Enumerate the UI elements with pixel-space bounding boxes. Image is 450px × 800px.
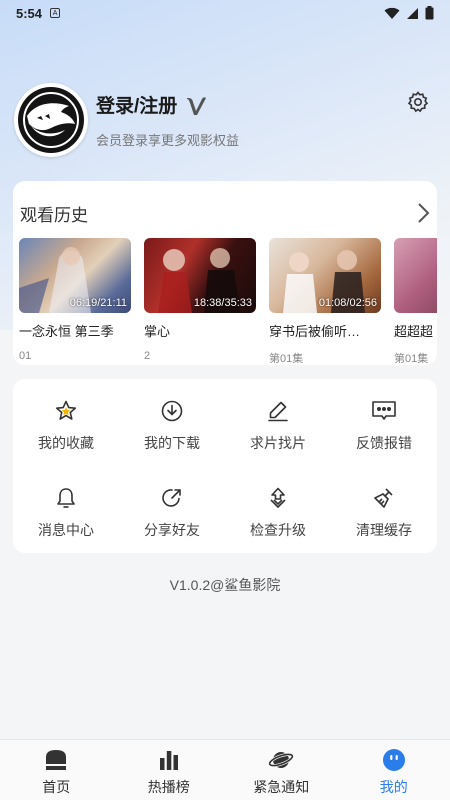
- upgrade-icon: [266, 486, 290, 510]
- history-thumbnail: 01:08/02:56: [269, 238, 381, 313]
- history-episode: 第01集: [269, 353, 304, 363]
- shark-logo-icon: [18, 87, 84, 153]
- history-item[interactable]: 18:38/35:33 掌心 2: [144, 238, 256, 363]
- menu-label: 我的下载: [144, 435, 200, 451]
- signal-icon: [407, 7, 418, 19]
- battery-icon: [425, 6, 434, 20]
- menu-label: 检查升级: [250, 522, 306, 538]
- history-episode: 01: [19, 350, 32, 362]
- status-time: 5:54: [16, 5, 43, 21]
- profile-section: 登录/注册 会员登录享更多观影权益: [14, 82, 434, 158]
- history-thumbnail: 06:19/21:11: [19, 238, 131, 313]
- menu-label: 我的收藏: [38, 435, 94, 451]
- bell-icon: [54, 486, 78, 510]
- history-title: 掌心: [144, 324, 171, 339]
- version-text: V1.0.2@鲨鱼影院: [169, 577, 281, 593]
- history-progress: 06:19/21:11: [69, 297, 127, 309]
- history-title: 穿书后被偷听…: [269, 324, 361, 339]
- wifi-icon: [384, 7, 400, 19]
- history-thumbnail: [394, 238, 437, 313]
- sim-icon: A: [50, 8, 61, 18]
- tab-label: 我的: [379, 779, 408, 795]
- history-episode: 第01集: [394, 353, 429, 363]
- home-icon: [44, 748, 68, 772]
- vip-v-icon: [185, 94, 207, 116]
- history-title: 一念永恒 第三季: [19, 324, 114, 339]
- history-title: 超超超: [394, 324, 434, 339]
- downloads-button[interactable]: 我的下载: [119, 379, 225, 466]
- history-episode: 2: [144, 350, 151, 362]
- tab-label: 热播榜: [147, 779, 190, 795]
- menu-label: 消息中心: [38, 522, 94, 538]
- tab-urgent-notice[interactable]: 紧急通知: [225, 740, 338, 800]
- menu-label: 反馈报错: [356, 435, 412, 451]
- chevron-right-icon[interactable]: [416, 202, 430, 224]
- planet-icon: [268, 748, 295, 772]
- clear-cache-button[interactable]: 清理缓存: [331, 466, 437, 553]
- gear-icon: [407, 91, 429, 113]
- share-button[interactable]: 分享好友: [119, 466, 225, 553]
- message-icon: [371, 399, 397, 423]
- menu-label: 分享好友: [144, 522, 200, 538]
- bottom-tab-bar: 首页 热播榜 紧急通知 我的: [0, 739, 450, 800]
- history-item[interactable]: 06:19/21:11 一念永恒 第三季 01: [19, 238, 131, 363]
- status-bar: 5:54 A: [0, 0, 450, 26]
- chart-icon: [157, 748, 181, 772]
- share-icon: [160, 486, 184, 510]
- settings-button[interactable]: [404, 88, 432, 116]
- history-thumbnail: 18:38/35:33: [144, 238, 256, 313]
- history-progress: 18:38/35:33: [193, 297, 252, 309]
- favorites-button[interactable]: 我的收藏: [13, 379, 119, 466]
- face-icon: [382, 748, 406, 772]
- avatar[interactable]: [14, 83, 88, 157]
- watch-history-card: 观看历史 06:19/21:11 一念永恒 第三季 01 18:38/35:33…: [13, 181, 437, 365]
- tab-home[interactable]: 首页: [0, 740, 113, 800]
- feedback-button[interactable]: 反馈报错: [331, 379, 437, 466]
- tab-label: 首页: [42, 779, 71, 795]
- pen-icon: [266, 399, 290, 423]
- tab-hot-list[interactable]: 热播榜: [113, 740, 226, 800]
- menu-label: 清理缓存: [356, 522, 412, 538]
- request-movie-button[interactable]: 求片找片: [225, 379, 331, 466]
- login-register-link[interactable]: 登录/注册: [96, 91, 177, 118]
- function-menu-card: 我的收藏 我的下载 求片找片 反馈报错 消息中心 分享好友 检查升级 清理缓存: [13, 379, 437, 553]
- tab-mine[interactable]: 我的: [338, 740, 450, 800]
- download-icon: [160, 399, 184, 423]
- star-icon: [54, 399, 78, 423]
- message-center-button[interactable]: 消息中心: [13, 466, 119, 553]
- tab-label: 紧急通知: [253, 779, 310, 795]
- check-update-button[interactable]: 检查升级: [225, 466, 331, 553]
- menu-label: 求片找片: [250, 435, 306, 451]
- history-progress: 01:08/02:56: [318, 297, 377, 309]
- login-subtitle: 会员登录享更多观影权益: [96, 133, 240, 148]
- watch-history-header[interactable]: 观看历史: [20, 201, 430, 225]
- watch-history-title: 观看历史: [20, 205, 88, 225]
- history-item[interactable]: 超超超 第01集: [394, 238, 437, 363]
- history-item[interactable]: 01:08/02:56 穿书后被偷听… 第01集: [269, 238, 381, 363]
- watch-history-list: 06:19/21:11 一念永恒 第三季 01 18:38/35:33 掌心 2…: [19, 238, 437, 363]
- broom-icon: [372, 486, 396, 510]
